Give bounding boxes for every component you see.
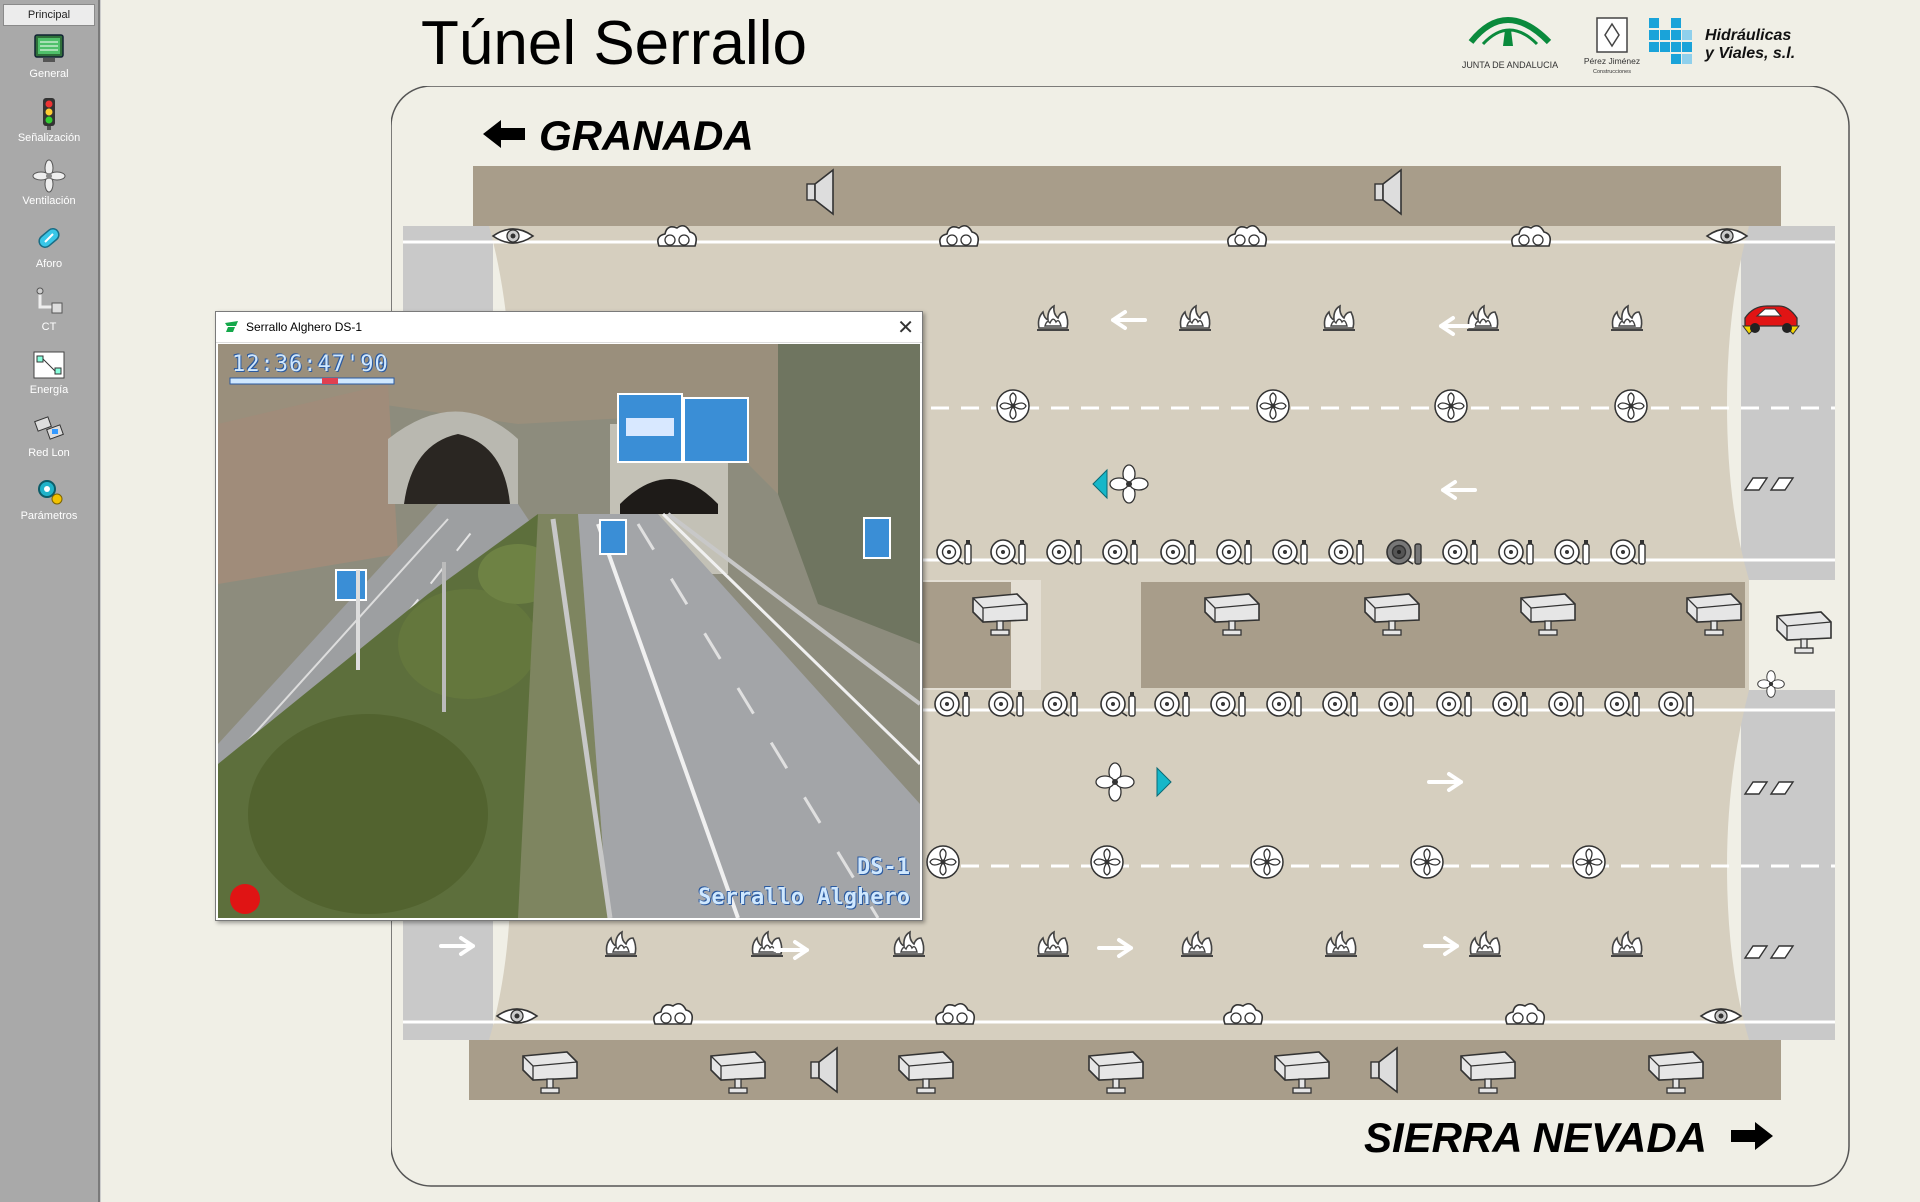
close-icon[interactable]: ✕ [897,315,914,340]
camera-id-label: DS-1 [857,855,910,880]
junta-text: JUNTA DE ANDALUCIA [1462,60,1558,70]
sidebar-item-label: Señalización [17,132,81,144]
energy-icon [33,351,65,379]
perez-jimenez-logo: Pérez Jiménez Construcciones [1584,17,1640,75]
hydrant-icon [1042,691,1078,717]
parameters-icon [38,480,63,505]
sidebar-item-senalizacion[interactable]: Señalización [0,94,98,156]
hydrant-icon [1102,539,1138,565]
hydrant-icon [936,539,972,565]
hydrant-icon [1266,691,1302,717]
svg-text:SIERRA NEVADA: SIERRA NEVADA [1364,1114,1707,1161]
hydrant-active-icon [1386,539,1422,565]
top-gallery [473,166,1781,226]
hydrant-icon [1442,539,1478,565]
hydrant-icon [1378,691,1414,717]
sidebar-item-label: Red Lon [28,447,70,459]
network-icon [34,416,64,440]
sidebar-item-label: Ventilación [22,195,76,207]
hydrant-icon [1046,539,1082,565]
hydrant-icon [934,691,970,717]
sidebar-item-aforo[interactable]: Aforo [0,220,98,282]
hydrant-icon [1216,539,1252,565]
counter-icon [38,228,60,248]
sidebar: Principal General Señalización Ventilaci… [0,0,100,1202]
camera-window-icon [225,321,238,332]
hydrant-icon [1328,539,1364,565]
traffic-light-icon [43,98,55,130]
hydrant-icon [1272,539,1308,565]
hydrant-icon [990,539,1026,565]
hidraulicas-text-1: Hidráulicas [1705,27,1791,44]
hydrant-icon [1604,691,1640,717]
jet-fan-icon [1090,845,1124,879]
monitor-icon [34,34,64,62]
sidebar-header: Principal [3,4,95,26]
recording-indicator-icon[interactable] [230,884,260,914]
jet-fan-icon [1410,845,1444,879]
hydrant-icon [1154,691,1190,717]
jet-fan-icon [926,845,960,879]
jet-fan-icon [1250,845,1284,879]
jet-fan-icon [1256,389,1290,423]
sidebar-item-label: Aforo [35,258,63,270]
main-panel: Túnel Serrallo JUNTA DE ANDALUCIA Pérez … [100,0,1920,1202]
sidebar-item-label: Parámetros [20,510,78,522]
perez-text-1: Pérez Jiménez [1584,56,1640,66]
perez-text-2: Construcciones [1593,69,1631,75]
transformer-icon [36,287,63,314]
camera-timestamp: 12:36:47'90 [232,352,389,377]
camera-window-title: Serrallo Alghero DS-1 [246,320,363,334]
hydrant-icon [1658,691,1694,717]
sidebar-item-ct[interactable]: CT [0,283,98,345]
fan-icon [32,159,66,193]
camera-scene [218,344,920,918]
hydrant-icon [1160,539,1196,565]
sidebar-item-red-lon[interactable]: Red Lon [0,409,98,471]
sidebar-item-label: CT [41,321,57,333]
hidraulicas-logo [1649,18,1692,64]
sidebar-item-energia[interactable]: Energía [0,346,98,408]
hydrant-icon [1492,691,1528,717]
sidebar-item-label: General [29,68,69,80]
junta-logo: JUNTA DE ANDALUCIA [1462,17,1558,70]
sidebar-item-general[interactable]: General [0,30,98,92]
hydrant-icon [1610,539,1646,565]
jet-fan-icon [1572,845,1606,879]
camera-window[interactable]: Serrallo Alghero DS-1 ✕ 12:36:47'90 DS-1… [215,311,923,921]
hydrant-icon [1548,691,1584,717]
sidebar-item-label: Energía [29,384,69,396]
jet-fan-icon [1434,389,1468,423]
jet-fan-icon [1614,389,1648,423]
camera-window-titlebar[interactable]: Serrallo Alghero DS-1 ✕ [216,312,922,343]
hydrant-icon [1100,691,1136,717]
jet-fan-icon [996,389,1030,423]
hydrant-icon [988,691,1024,717]
camera-video-feed: 12:36:47'90 DS-1 Serrallo Alghero [218,344,920,918]
hydrant-icon [1436,691,1472,717]
page-title: Túnel Serrallo [421,9,807,78]
hydrant-icon [1554,539,1590,565]
camera-location-label: Serrallo Alghero [698,885,910,910]
hidraulicas-text-2: y Viales, s.l. [1704,45,1795,62]
hydrant-icon [1498,539,1534,565]
hydrant-icon [1210,691,1246,717]
sidebar-item-parametros[interactable]: Parámetros [0,472,98,534]
sponsor-logos: JUNTA DE ANDALUCIA Pérez Jiménez Constru… [1462,17,1795,75]
svg-text:GRANADA: GRANADA [539,112,754,159]
sidebar-item-ventilacion[interactable]: Ventilación [0,157,98,219]
hydrant-icon [1322,691,1358,717]
